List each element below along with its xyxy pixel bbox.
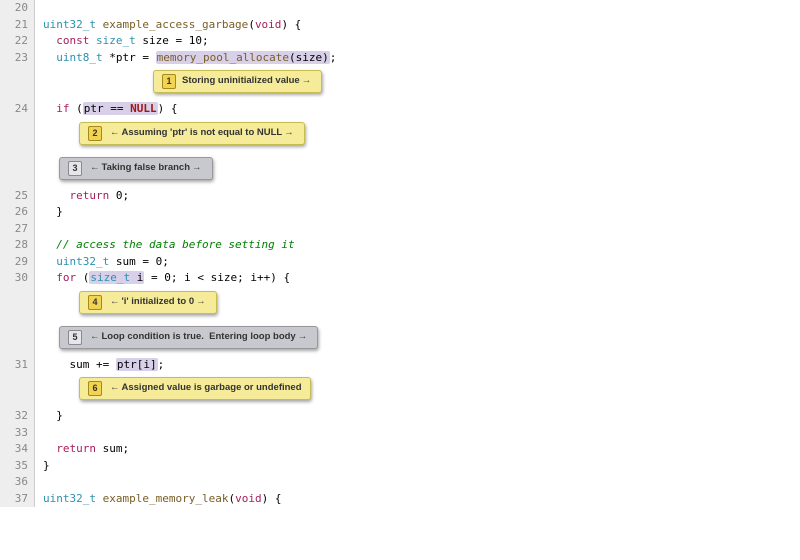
gutter-spacer	[0, 153, 35, 188]
line-number: 28	[0, 237, 35, 254]
line-number: 37	[0, 491, 35, 508]
callout-row: 2 ←Assuming 'ptr' is not equal to NULL→	[0, 118, 800, 153]
code-row: 24 if (ptr == NULL) {	[0, 101, 800, 118]
code-cell: uint8_t *ptr = memory_pool_allocate(size…	[35, 50, 336, 67]
step-text: Assuming 'ptr' is not equal to NULL	[122, 126, 283, 140]
code-cell: }	[35, 204, 63, 221]
code-row: 30 for (size_t i = 0; i < size; i++) {	[0, 270, 800, 287]
analysis-step[interactable]: 4 ←'i' initialized to 0→	[79, 291, 217, 314]
arrow-right-icon: →	[300, 74, 314, 88]
callout-cell: 1 Storing uninitialized value→	[35, 66, 322, 101]
code-cell: }	[35, 458, 50, 475]
callout-row: 4 ←'i' initialized to 0→	[0, 287, 800, 322]
code-row: 20	[0, 0, 800, 17]
gutter-spacer	[0, 66, 35, 101]
arrow-right-icon: →	[194, 295, 208, 309]
code-cell: for (size_t i = 0; i < size; i++) {	[35, 270, 290, 287]
line-number: 31	[0, 357, 35, 374]
code-cell: uint32_t sum = 0;	[35, 254, 169, 271]
step-badge: 6	[88, 381, 102, 396]
code-row: 31 sum += ptr[i];	[0, 357, 800, 374]
code-row: 29 uint32_t sum = 0;	[0, 254, 800, 271]
code-cell: uint32_t example_access_garbage(void) {	[35, 17, 301, 34]
line-number: 30	[0, 270, 35, 287]
line-number: 23	[0, 50, 35, 67]
line-number: 33	[0, 425, 35, 442]
code-cell: sum += ptr[i];	[35, 357, 164, 374]
gutter-spacer	[0, 287, 35, 322]
step-badge: 5	[68, 330, 82, 345]
arrow-right-icon: →	[190, 161, 204, 175]
callout-cell: 4 ←'i' initialized to 0→	[35, 287, 217, 322]
step-text: Taking false branch	[102, 161, 191, 175]
line-number: 27	[0, 221, 35, 238]
code-cell: return sum;	[35, 441, 129, 458]
code-listing: 20 21 uint32_t example_access_garbage(vo…	[0, 0, 800, 507]
code-row: 33	[0, 425, 800, 442]
analysis-step[interactable]: 6 ←Assigned value is garbage or undefined	[79, 377, 311, 400]
analysis-step[interactable]: 1 Storing uninitialized value→	[153, 70, 322, 93]
callout-cell: 3 ←Taking false branch→	[35, 153, 213, 188]
step-badge: 1	[162, 74, 176, 89]
callout-row: 6 ←Assigned value is garbage or undefined	[0, 373, 800, 408]
line-number: 21	[0, 17, 35, 34]
code-row: 27	[0, 221, 800, 238]
line-number: 32	[0, 408, 35, 425]
gutter-spacer	[0, 373, 35, 408]
callout-row: 3 ←Taking false branch→	[0, 153, 800, 188]
code-cell: }	[35, 408, 63, 425]
line-number: 29	[0, 254, 35, 271]
code-cell: if (ptr == NULL) {	[35, 101, 177, 118]
callout-row: 5 ←Loop condition is true. Entering loop …	[0, 322, 800, 357]
step-text: Assigned value is garbage or undefined	[122, 381, 302, 395]
arrow-left-icon: ←	[108, 126, 122, 140]
code-row: 28 // access the data before setting it	[0, 237, 800, 254]
line-number: 25	[0, 188, 35, 205]
gutter-spacer	[0, 118, 35, 153]
arrow-left-icon: ←	[88, 330, 102, 344]
callout-cell: 2 ←Assuming 'ptr' is not equal to NULL→	[35, 118, 305, 153]
arrow-left-icon: ←	[108, 381, 122, 395]
line-number: 34	[0, 441, 35, 458]
code-row: 25 return 0;	[0, 188, 800, 205]
step-badge: 4	[88, 295, 102, 310]
code-cell: return 0;	[35, 188, 129, 205]
code-row: 36	[0, 474, 800, 491]
code-cell: // access the data before setting it	[35, 237, 295, 254]
line-number: 20	[0, 0, 35, 17]
code-row: 23 uint8_t *ptr = memory_pool_allocate(s…	[0, 50, 800, 67]
analysis-step[interactable]: 2 ←Assuming 'ptr' is not equal to NULL→	[79, 122, 305, 145]
line-number: 26	[0, 204, 35, 221]
code-row: 32 }	[0, 408, 800, 425]
step-text: Loop condition is true. Entering loop bo…	[102, 330, 296, 344]
arrow-left-icon: ←	[108, 295, 122, 309]
callout-row: 1 Storing uninitialized value→	[0, 66, 800, 101]
code-row: 37 uint32_t example_memory_leak(void) {	[0, 491, 800, 508]
analysis-step[interactable]: 5 ←Loop condition is true. Entering loop …	[59, 326, 318, 349]
code-cell: uint32_t example_memory_leak(void) {	[35, 491, 281, 508]
code-row: 26 }	[0, 204, 800, 221]
code-row: 35 }	[0, 458, 800, 475]
code-row: 21 uint32_t example_access_garbage(void)…	[0, 17, 800, 34]
code-row: 22 const size_t size = 10;	[0, 33, 800, 50]
line-number: 24	[0, 101, 35, 118]
arrow-left-icon: ←	[88, 161, 102, 175]
callout-cell: 5 ←Loop condition is true. Entering loop …	[35, 322, 318, 357]
step-badge: 3	[68, 161, 82, 176]
arrow-right-icon: →	[282, 126, 296, 140]
line-number: 36	[0, 474, 35, 491]
line-number: 22	[0, 33, 35, 50]
arrow-right-icon: →	[296, 330, 310, 344]
callout-cell: 6 ←Assigned value is garbage or undefined	[35, 373, 311, 408]
code-cell: const size_t size = 10;	[35, 33, 209, 50]
step-text: 'i' initialized to 0	[122, 295, 195, 309]
step-text: Storing uninitialized value	[182, 74, 300, 88]
analysis-step[interactable]: 3 ←Taking false branch→	[59, 157, 213, 180]
line-number: 35	[0, 458, 35, 475]
gutter-spacer	[0, 322, 35, 357]
step-badge: 2	[88, 126, 102, 141]
code-row: 34 return sum;	[0, 441, 800, 458]
